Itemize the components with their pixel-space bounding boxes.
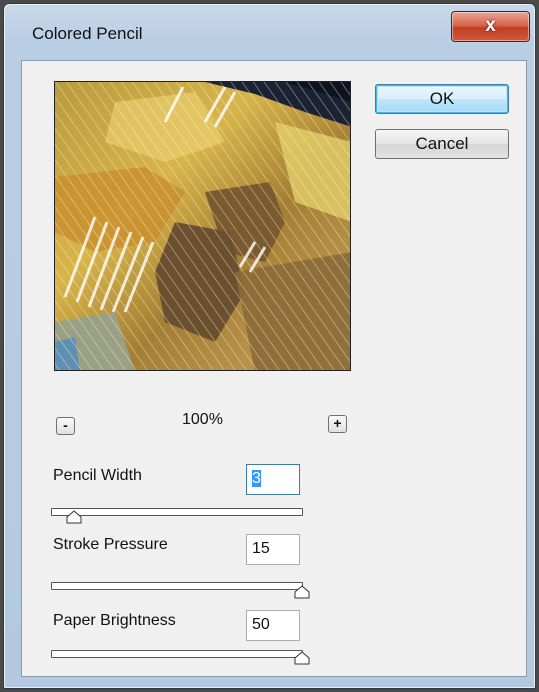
zoom-in-button[interactable]: + — [328, 415, 347, 433]
stroke-pressure-label: Stroke Pressure — [53, 536, 168, 553]
paper-brightness-field[interactable]: 50 — [246, 610, 300, 641]
plus-icon: + — [333, 415, 342, 431]
paper-brightness-slider-thumb[interactable] — [294, 651, 310, 665]
dialog-window: Colored Pencil x OK Cancel - 100% + Penc… — [3, 3, 536, 689]
cancel-button[interactable]: Cancel — [375, 129, 509, 159]
close-button[interactable]: x — [451, 11, 530, 42]
paper-brightness-slider[interactable] — [51, 650, 303, 658]
ok-button[interactable]: OK — [375, 84, 509, 114]
stroke-pressure-slider[interactable] — [51, 582, 303, 590]
minus-icon: - — [63, 417, 68, 433]
dialog-body: OK Cancel - 100% + Pencil Width 3 Stroke… — [21, 60, 527, 677]
paper-brightness-label: Paper Brightness — [53, 612, 176, 629]
preview-image — [55, 82, 350, 370]
zoom-out-button[interactable]: - — [56, 417, 75, 435]
pencil-width-slider-thumb[interactable] — [66, 510, 82, 524]
pencil-width-field[interactable]: 3 — [246, 464, 300, 495]
filter-preview[interactable] — [54, 81, 351, 371]
stroke-pressure-field[interactable]: 15 — [246, 534, 300, 565]
dialog-title: Colored Pencil — [32, 24, 143, 43]
pencil-width-label: Pencil Width — [53, 467, 142, 484]
close-icon: x — [485, 15, 496, 36]
stroke-pressure-slider-thumb[interactable] — [294, 585, 310, 599]
pencil-width-slider[interactable] — [51, 508, 303, 516]
zoom-level: 100% — [182, 411, 223, 428]
